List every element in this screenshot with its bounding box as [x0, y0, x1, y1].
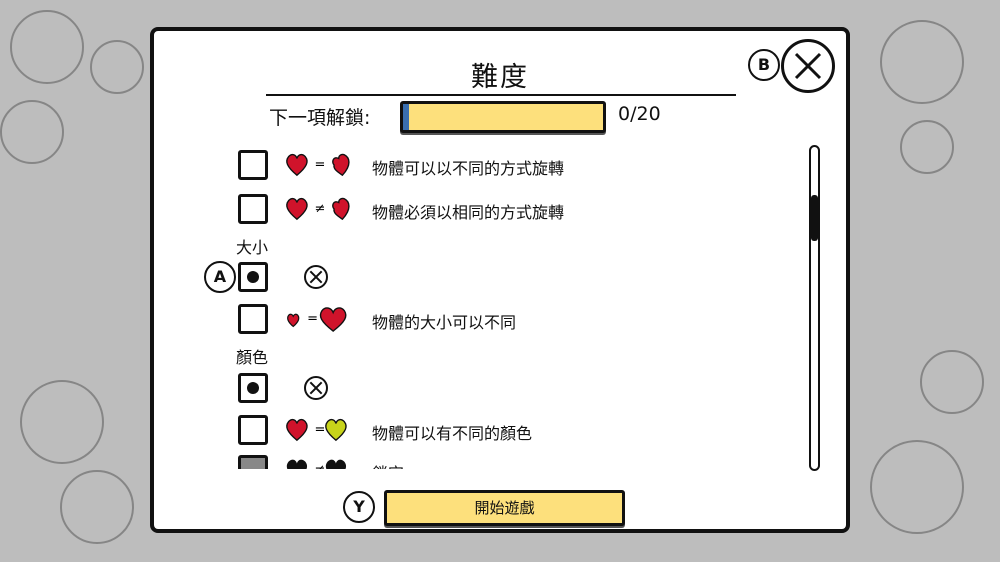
heart-locked-icon: ≠ — [286, 459, 346, 469]
svg-text:≠: ≠ — [315, 202, 326, 217]
checkbox[interactable] — [238, 150, 268, 180]
radio-selected[interactable] — [238, 373, 268, 403]
heart-size-equal-icon: = — [287, 307, 347, 332]
unlock-label: 下一項解鎖: — [269, 107, 371, 129]
heart-rotate-notequal-icon: ≠ — [286, 197, 350, 221]
unlock-count: 0/20 — [618, 103, 661, 125]
option-description: 物體必須以相同的方式旋轉 — [372, 203, 565, 222]
cancel-icon — [304, 376, 328, 400]
checkbox[interactable] — [238, 304, 268, 334]
option-description: 物體的大小可以不同 — [372, 313, 517, 332]
section-color-label: 顏色 — [236, 348, 269, 367]
difficulty-panel: 難度 B 下一項解鎖: 0/20 = 物體可以以不同的方式旋轉 ≠ 物體必須以相… — [150, 27, 850, 533]
option-description: 鎖定 — [372, 460, 404, 469]
svg-text:=: = — [315, 423, 326, 438]
b-button-hint: B — [748, 49, 780, 81]
scrollbar[interactable] — [809, 145, 820, 471]
heart-color-equal-icon: = — [286, 418, 347, 442]
cancel-icon — [304, 265, 328, 289]
title-divider — [266, 94, 736, 96]
section-size-label: 大小 — [236, 238, 269, 257]
option-description: 物體可以有不同的顏色 — [372, 424, 533, 443]
radio-selected[interactable] — [238, 262, 268, 292]
checkbox[interactable] — [238, 194, 268, 224]
checkbox[interactable] — [238, 415, 268, 445]
close-button[interactable] — [781, 39, 835, 93]
heart-rotate-equal-icon: = — [286, 153, 350, 177]
svg-text:≠: ≠ — [315, 463, 326, 469]
options-list: = 物體可以以不同的方式旋轉 ≠ 物體必須以相同的方式旋轉 大小 = 物體的大小… — [154, 141, 804, 469]
y-button-hint: Y — [343, 491, 375, 523]
start-game-button[interactable]: 開始遊戲 — [384, 490, 625, 526]
checkbox-locked — [238, 455, 268, 469]
option-description: 物體可以以不同的方式旋轉 — [372, 159, 565, 178]
close-icon — [794, 52, 822, 80]
a-button-hint: A — [204, 261, 236, 293]
page-title: 難度 — [471, 62, 529, 93]
unlock-progress-fill — [403, 104, 409, 130]
unlock-progress-bar — [400, 101, 606, 133]
svg-text:=: = — [315, 158, 326, 173]
scrollbar-thumb[interactable] — [811, 195, 818, 241]
svg-text:=: = — [307, 312, 318, 327]
